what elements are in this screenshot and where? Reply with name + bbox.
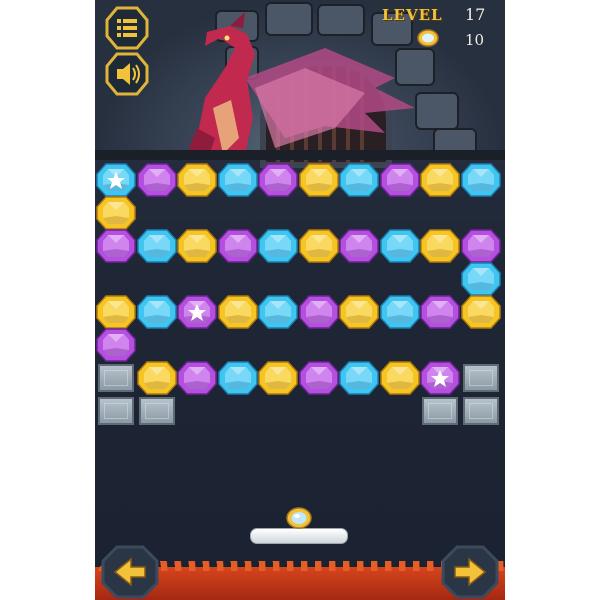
purple-gem [96, 229, 136, 263]
cyan-gem [379, 295, 420, 329]
gold-gem [420, 229, 460, 263]
ball [286, 507, 312, 529]
paddle[interactable] [250, 528, 348, 544]
cyan-gem [217, 163, 258, 197]
purple-gem [420, 295, 460, 329]
move-right-button[interactable] [441, 545, 499, 599]
cyan-gem [460, 163, 501, 197]
gold-gem [339, 295, 379, 329]
stone-block [138, 397, 175, 425]
gold-gem [136, 361, 177, 395]
purple-gem [96, 328, 136, 362]
purple-gem [258, 163, 298, 197]
stone-block [98, 397, 134, 425]
purple-star-gem [420, 361, 460, 395]
purple-gem [298, 295, 339, 329]
cyan-gem [217, 361, 258, 395]
cyan-gem [339, 361, 379, 395]
gold-gem [298, 229, 339, 263]
cyan-gem [258, 295, 298, 329]
purple-gem [177, 361, 217, 395]
move-left-button[interactable] [101, 545, 159, 599]
purple-gem [460, 229, 501, 263]
gold-gem [420, 163, 460, 197]
gold-gem [298, 163, 339, 197]
gold-gem [177, 163, 217, 197]
gold-gem [96, 196, 136, 230]
stone-block [422, 397, 458, 425]
stone-block [462, 364, 499, 392]
gold-gem [460, 295, 501, 329]
purple-gem [298, 361, 339, 395]
cyan-gem [136, 295, 177, 329]
gold-gem [177, 229, 217, 263]
purple-gem [379, 163, 420, 197]
cyan-gem [379, 229, 420, 263]
cyan-gem [460, 262, 501, 296]
cyan-gem [136, 229, 177, 263]
gold-gem [96, 295, 136, 329]
cyan-gem [339, 163, 379, 197]
purple-star-gem [177, 295, 217, 329]
gold-gem [258, 361, 298, 395]
game-board: LEVEL 17 10 [95, 0, 505, 600]
gold-gem [379, 361, 420, 395]
purple-gem [217, 229, 258, 263]
stone-block [462, 397, 499, 425]
cyan-gem [258, 229, 298, 263]
purple-gem [136, 163, 177, 197]
gold-gem [217, 295, 258, 329]
purple-gem [339, 229, 379, 263]
stone-block [98, 364, 134, 392]
cyan-star-gem [96, 163, 136, 197]
